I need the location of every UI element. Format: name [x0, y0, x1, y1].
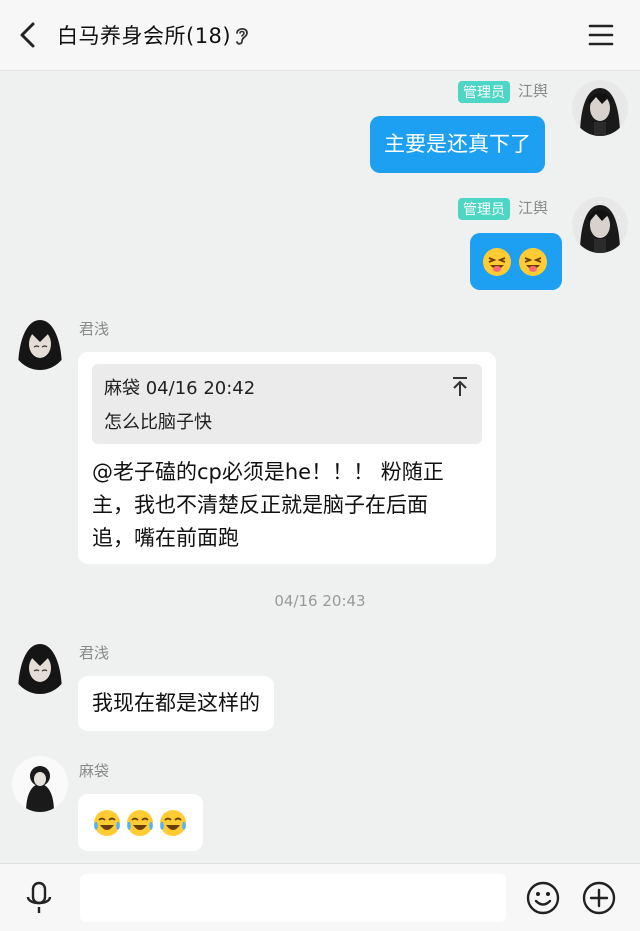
avatar[interactable] — [572, 197, 628, 253]
tears-of-joy-emoji — [125, 808, 155, 838]
emoji-message-bubble[interactable] — [78, 794, 203, 851]
add-icon[interactable] — [582, 881, 616, 915]
chevron-left-icon[interactable] — [14, 20, 44, 50]
message-text: @老子磕的cp必须是he！！！ 粉随正 主，我也不清楚反正就是脑子在后面 追，嘴… — [92, 456, 482, 555]
message-bubble[interactable]: 主要是还真下了 — [370, 116, 545, 173]
hamburger-menu-icon[interactable] — [588, 22, 614, 48]
sender-name: 江舆 — [518, 199, 549, 217]
sender-name: 君浅 — [79, 644, 110, 662]
input-bar — [0, 863, 640, 931]
quote-author-time: 麻袋 04/16 20:42 — [104, 378, 256, 399]
message-input[interactable] — [80, 874, 506, 922]
jump-to-top-icon[interactable] — [450, 376, 470, 398]
avatar[interactable] — [12, 756, 68, 812]
microphone-icon[interactable] — [24, 881, 54, 915]
squinting-tongue-emoji — [482, 247, 512, 277]
sender-name: 麻袋 — [79, 762, 110, 780]
message-text-line: 主，我也不清楚反正就是脑子在后面 — [92, 493, 428, 517]
message-bubble[interactable]: 我现在都是这样的 — [78, 676, 274, 731]
time-separator: 04/16 20:43 — [274, 592, 366, 610]
group-title: 白马养身会所(18) — [57, 24, 232, 48]
message-text-line: 追，嘴在前面跑 — [92, 526, 239, 550]
emoji-message-bubble[interactable] — [470, 233, 562, 290]
avatar[interactable] — [12, 638, 68, 694]
chat-header: 白马养身会所(18) — [0, 0, 640, 71]
avatar[interactable] — [12, 314, 68, 370]
emoji-icon[interactable] — [526, 881, 560, 915]
sender-row: 管理员 江舆 — [458, 197, 548, 220]
quoted-reply[interactable]: 麻袋 04/16 20:42 怎么比脑子快 — [92, 364, 482, 444]
message-text-line: @老子磕的cp必须是he！！！ 粉随正 — [92, 460, 444, 484]
admin-badge: 管理员 — [458, 197, 510, 220]
tears-of-joy-emoji — [92, 808, 122, 838]
tears-of-joy-emoji — [158, 808, 188, 838]
sender-row: 管理员 江舆 — [458, 80, 548, 103]
quote-text: 怎么比脑子快 — [104, 412, 212, 433]
ear-icon — [233, 25, 251, 47]
sender-name: 君浅 — [79, 320, 110, 338]
admin-badge: 管理员 — [458, 80, 510, 103]
avatar[interactable] — [572, 80, 628, 136]
message-list[interactable]: 管理员 江舆 主要是还真下了 管理员 江舆 君浅 麻袋 04/16 20:42 怎么… — [0, 70, 640, 863]
squinting-tongue-emoji — [518, 247, 548, 277]
sender-name: 江舆 — [518, 82, 549, 100]
